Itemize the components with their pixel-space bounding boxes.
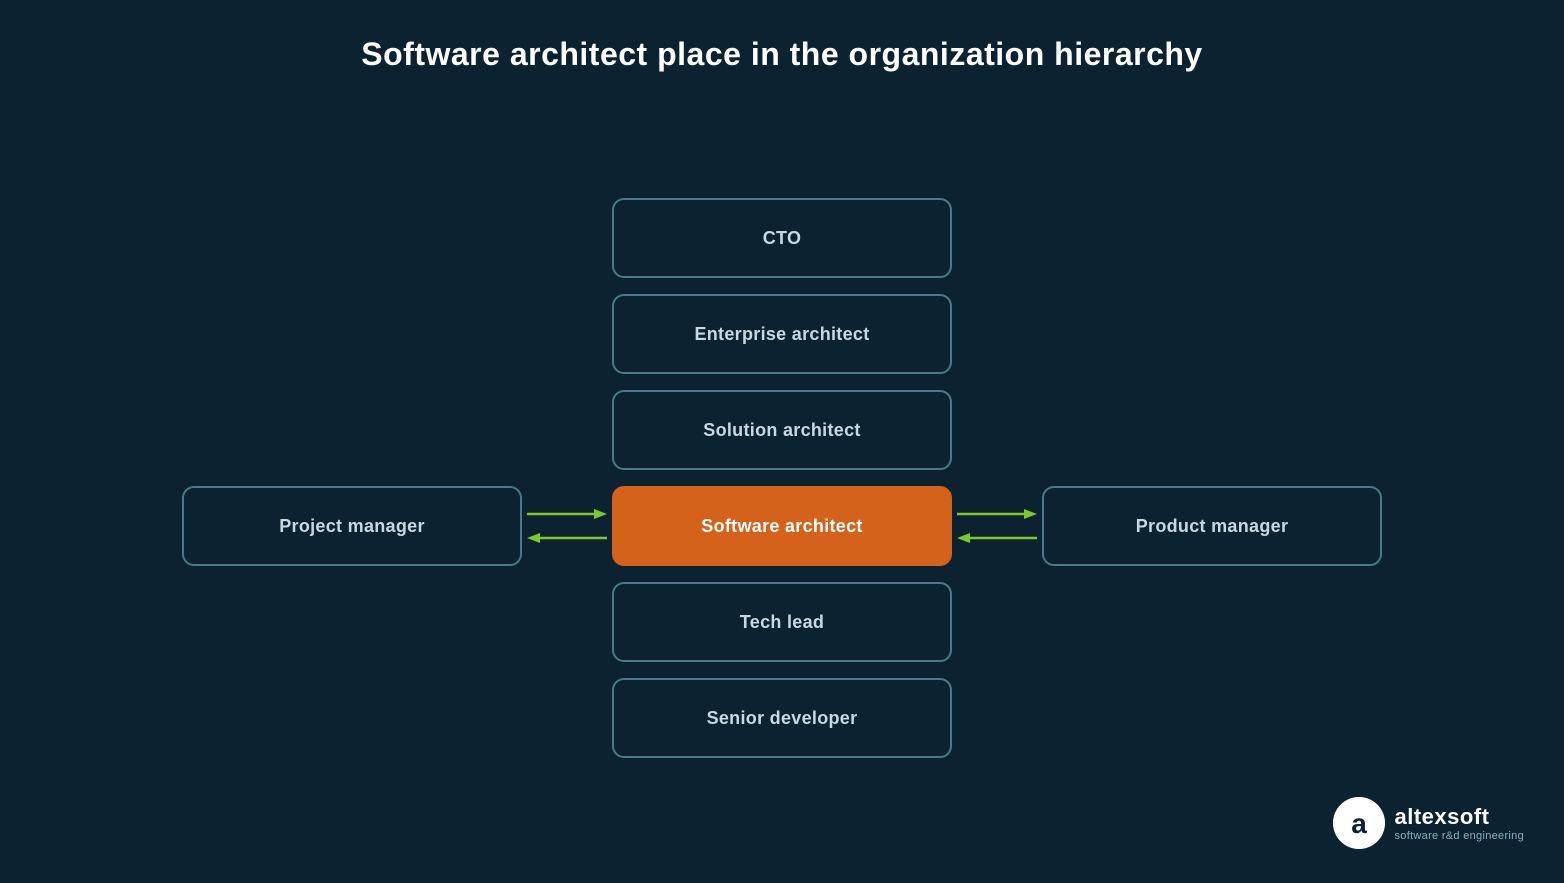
logo-subtitle: software r&d engineering [1395,830,1525,842]
enterprise-architect-row: Enterprise architect [272,294,1292,374]
cto-row: CTO [272,198,1292,278]
solution-architect-box: Solution architect [612,390,952,470]
altexsoft-logo-svg: a [1333,797,1385,849]
software-architect-box: Software architect [612,486,952,566]
solution-architect-row: Solution architect [272,390,1292,470]
tech-lead-row: Tech lead [272,582,1292,662]
left-arrows [522,496,612,556]
page-background: Software architect place in the organiza… [0,0,1564,879]
right-arrow-svg [952,496,1042,556]
logo-area: a altexsoft software r&d engineering [1333,797,1525,849]
project-manager-box: Project manager [182,486,522,566]
software-architect-row: Project manager [182,486,1382,566]
logo-icon: a [1333,797,1385,849]
page-title: Software architect place in the organiza… [0,0,1564,73]
logo-text: altexsoft software r&d engineering [1395,804,1525,842]
tech-lead-box: Tech lead [612,582,952,662]
svg-text:a: a [1351,808,1367,839]
senior-developer-row: Senior developer [272,678,1292,758]
cto-box: CTO [612,198,952,278]
senior-developer-box: Senior developer [612,678,952,758]
left-arrow-svg [522,496,612,556]
product-manager-box: Product manager [1042,486,1382,566]
logo-name: altexsoft [1395,804,1525,830]
enterprise-architect-box: Enterprise architect [612,294,952,374]
right-arrows [952,496,1042,556]
